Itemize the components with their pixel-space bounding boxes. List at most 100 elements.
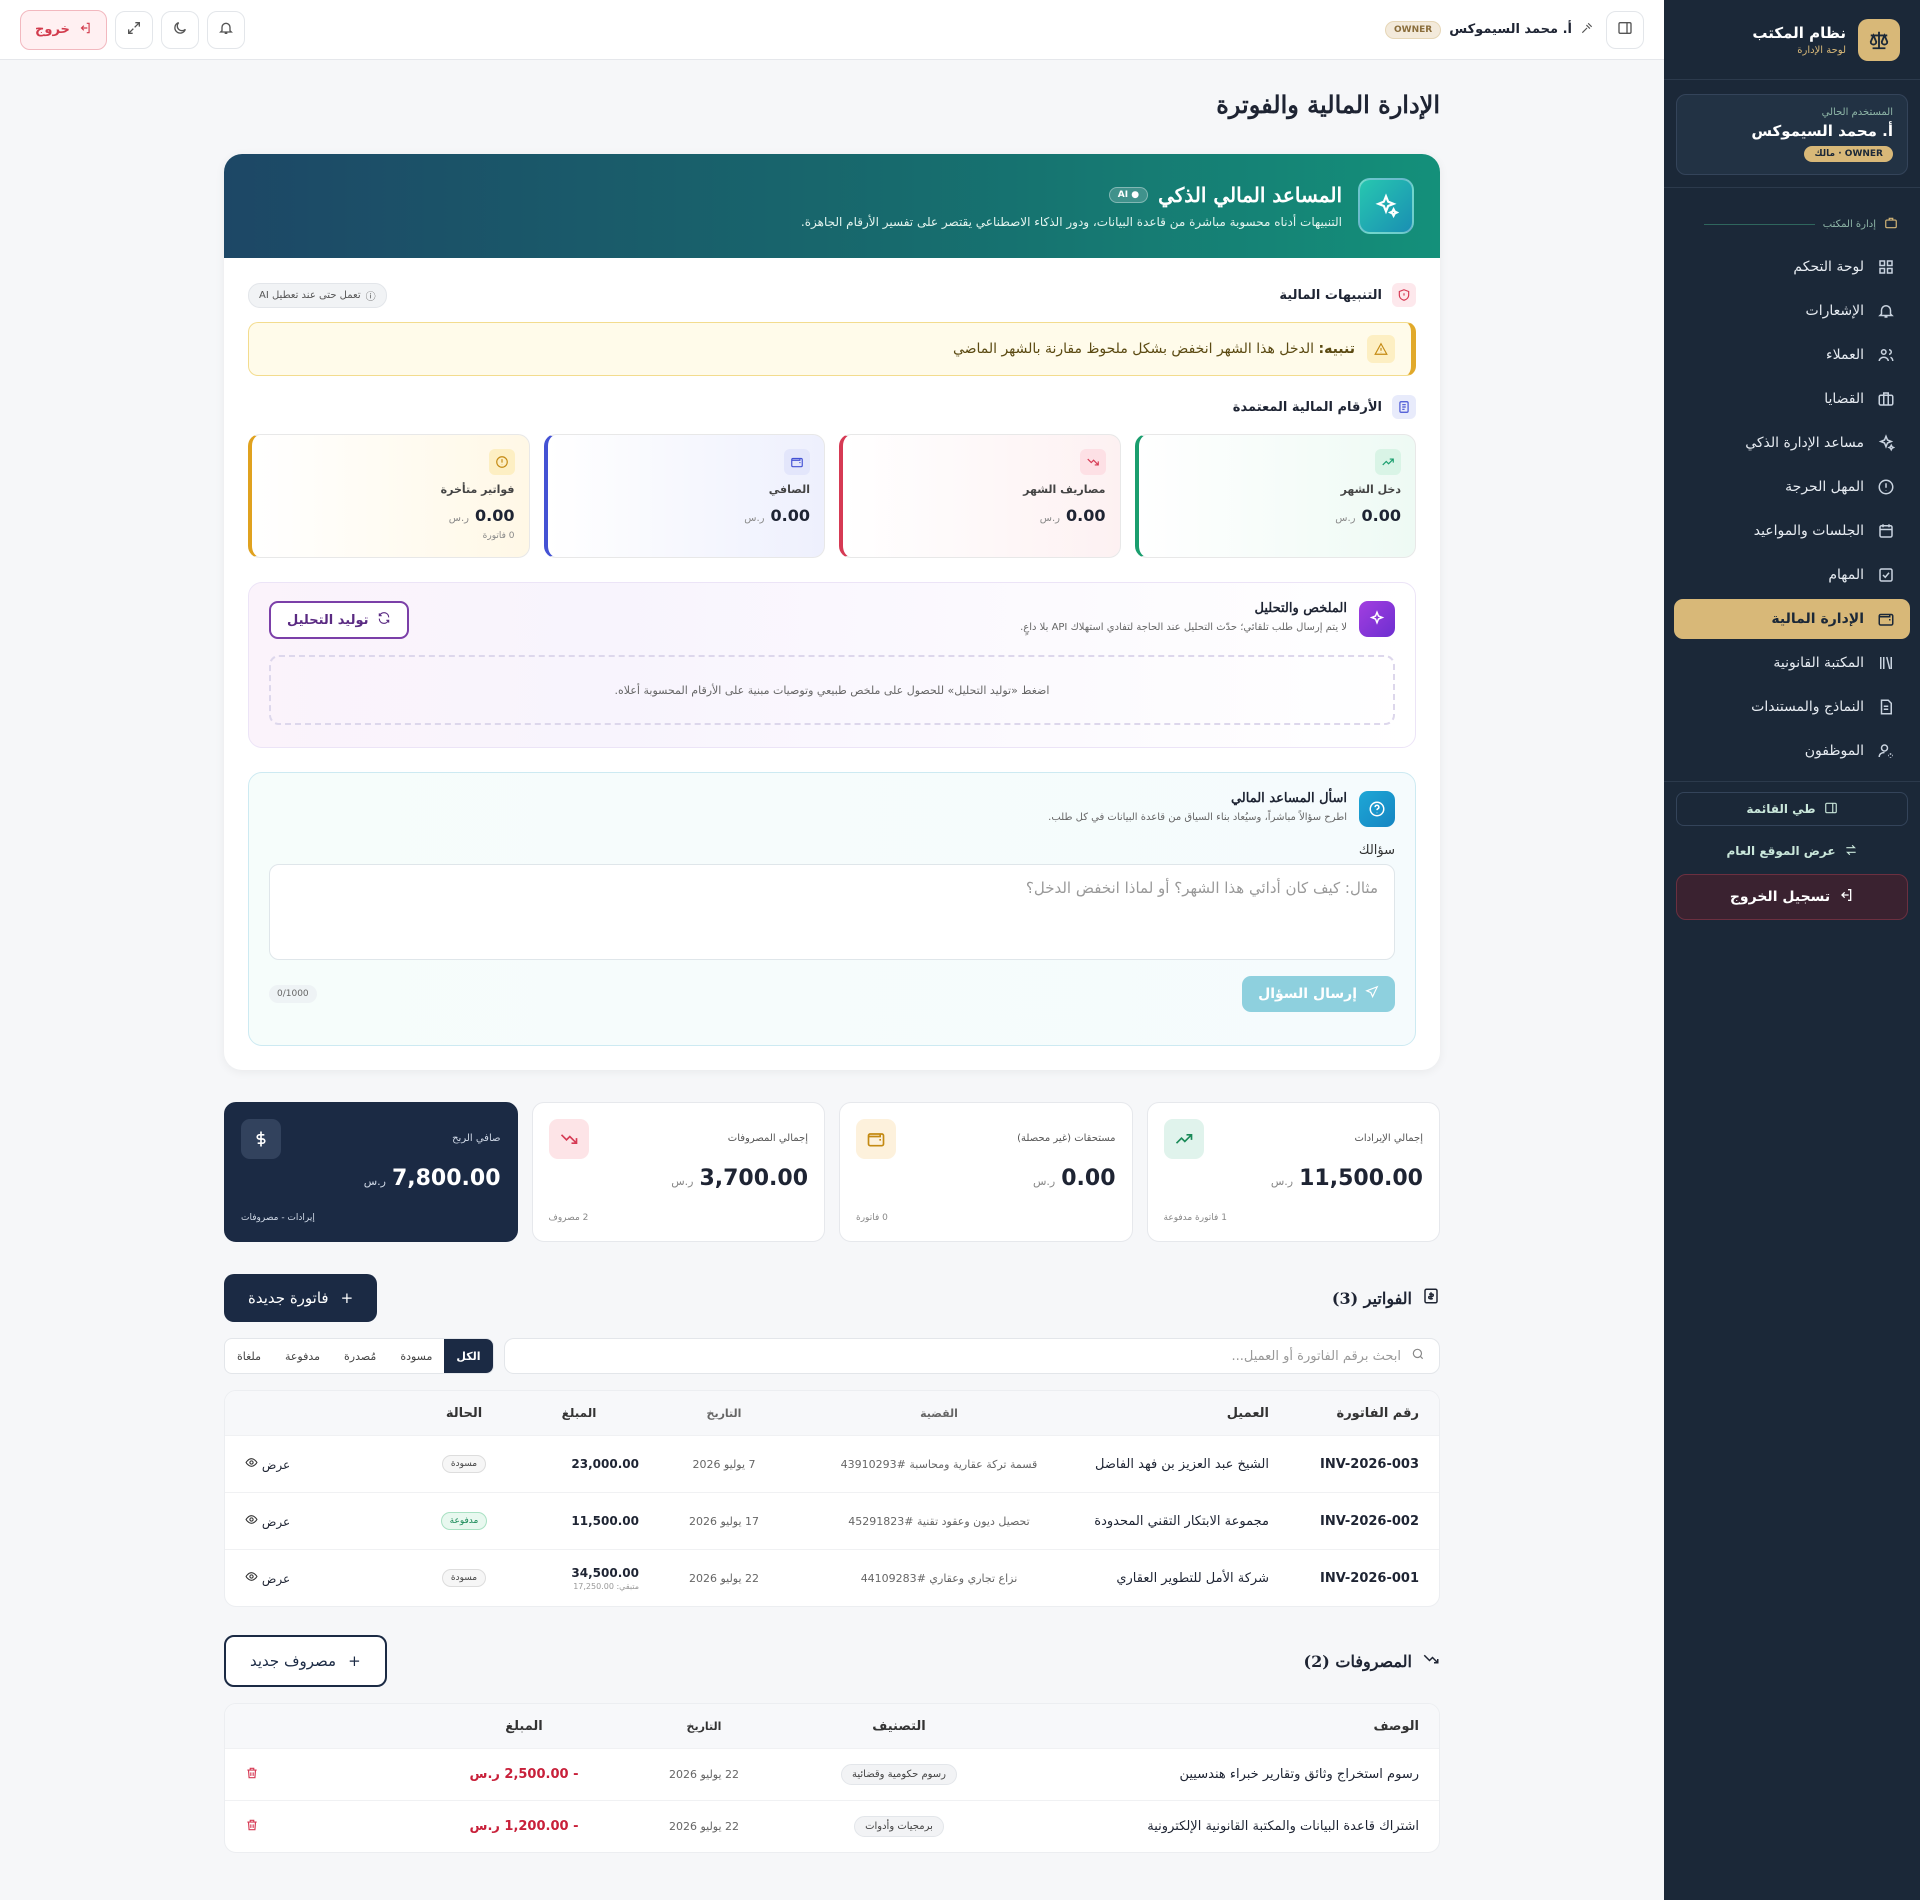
alerts-header: التنبيهات المالية ⓘ تعمل حتى عند تعطيل A…	[248, 282, 1416, 308]
sidebar-item-label: لوحة التحكم	[1793, 259, 1864, 275]
notifications-button[interactable]	[206, 10, 245, 49]
stat-card: إجمالي المصروفات 3,700.00 ر.س 2 مصروف	[531, 1102, 825, 1242]
sidebar-item[interactable]: النماذج والمستندات	[1674, 687, 1910, 727]
alerts-chip: ⓘ تعمل حتى عند تعطيل AI	[248, 282, 387, 308]
kpi-cards: دخل الشهر 0.00 ر.س مصاريف الشهر 0.00 ر.س الصاف…	[248, 434, 1416, 558]
sidebar-item[interactable]: مساعد الإدارة الذكي	[1674, 423, 1910, 463]
view-invoice-button[interactable]: عرض	[245, 1456, 409, 1472]
kpi-card: دخل الشهر 0.00 ر.س	[1134, 434, 1416, 558]
kpi-card: الصافي 0.00 ر.س	[543, 434, 825, 558]
main-content: الإدارة المالية والفوترة المساعد المالي …	[224, 60, 1440, 1853]
new-expense-button[interactable]: + مصروف جديد	[224, 1635, 387, 1687]
invoice-amount-cell: 11,500.00	[519, 1514, 639, 1528]
delete-expense-button[interactable]	[245, 1818, 449, 1836]
stat-card: إجمالي الإيرادات 11,500.00 ر.س 1 فاتورة مدف…	[1146, 1102, 1440, 1242]
question-textarea[interactable]: مثال: كيف كان أدائي هذا الشهر؟ أو لماذا …	[269, 864, 1395, 960]
column-header: الحالة	[445, 1405, 483, 1421]
sidebar-item[interactable]: لوحة التحكم	[1674, 247, 1910, 287]
gavel-icon	[1580, 21, 1594, 39]
expense-description: اشتراك قاعدة البيانات والمكتبة القانونية…	[1147, 1819, 1419, 1834]
invoice-remaining: متبقي: 17,250.00	[573, 1581, 639, 1591]
column-header: التاريخ	[686, 1719, 722, 1733]
plus-icon: +	[348, 1652, 361, 1670]
send-question-button[interactable]: إرسال السؤال	[1242, 976, 1395, 1012]
delete-expense-button[interactable]	[245, 1766, 449, 1784]
kpi-label: دخل الشهر	[1340, 483, 1401, 496]
sidebar-item[interactable]: المهام	[1674, 555, 1910, 595]
trending-up-icon	[1163, 1119, 1204, 1159]
user-cog-icon	[1876, 741, 1896, 761]
sidebar-item-label: الموظفون	[1804, 743, 1864, 759]
sidebar-item[interactable]: الإشعارات	[1674, 291, 1910, 331]
eye-icon	[245, 1572, 258, 1586]
column-header: رقم الفاتورة	[1336, 1405, 1419, 1421]
sidebar-item-label: المكتبة القانونية	[1773, 655, 1864, 671]
sidebar-item[interactable]: المهل الحرجة	[1674, 467, 1910, 507]
stat-value: 0.00	[1061, 1166, 1116, 1191]
invoice-tab[interactable]: مسودة	[388, 1339, 444, 1373]
users-icon	[1876, 345, 1896, 365]
stat-currency: ر.س	[671, 1175, 694, 1188]
file-text-icon	[1876, 697, 1896, 717]
sidebar-item[interactable]: الموظفون	[1674, 731, 1910, 771]
collapse-sidebar-button[interactable]: طي القائمة	[1676, 792, 1908, 826]
sidebar-nav: لوحة التحكم الإشعارات العملاء القضايا مساعد …	[1664, 247, 1920, 771]
kpi-footnote: 0 فاتورة	[482, 531, 515, 541]
fullscreen-button[interactable]	[114, 10, 153, 49]
column-header: العميل	[1226, 1405, 1269, 1421]
stat-currency: ر.س	[1270, 1175, 1294, 1188]
current-user-caption: المستخدم الحالي	[1821, 107, 1893, 118]
sidebar-item[interactable]: الجلسات والمواعيد	[1674, 511, 1910, 551]
figures-title: الأرقام المالية المعتمدة	[1232, 399, 1382, 415]
invoice-filters: ابحث برقم الفاتورة أو العميل... الكل مسود…	[224, 1338, 1440, 1374]
public-site-button[interactable]: عرض الموقع العام	[1676, 834, 1908, 868]
bell-icon	[218, 20, 234, 40]
view-invoice-button[interactable]: عرض	[245, 1513, 409, 1529]
invoice-status-cell: مسودة	[409, 1455, 519, 1473]
dollar-icon	[241, 1119, 281, 1159]
view-label: عرض	[261, 1572, 291, 1586]
send-icon	[1365, 985, 1379, 1003]
invoices-title: الفواتير (3)	[1331, 1288, 1412, 1308]
invoice-client: شركة الأمل للتطوير العقاري	[1116, 1570, 1269, 1586]
column-header: التاريخ	[706, 1406, 742, 1420]
kpi-currency: ر.س	[1335, 513, 1356, 524]
kpi-label: فواتير متأخرة	[440, 483, 515, 496]
ai-subtitle: التنبيهات أدناه محسوبة مباشرة من قاعدة ا…	[800, 215, 1342, 229]
expenses-title-wrap: المصروفات (2)	[1304, 1650, 1440, 1672]
sidebar-item[interactable]: المكتبة القانونية	[1674, 643, 1910, 683]
status-badge: مسودة	[441, 1569, 487, 1587]
invoice-client: الشيخ عبد العزيز بن فهد الفاضل	[1095, 1456, 1269, 1472]
scales-icon	[1858, 18, 1900, 61]
eye-icon	[245, 1515, 258, 1529]
invoice-amount: 11,500.00	[571, 1514, 639, 1528]
trending-up-icon	[1375, 449, 1401, 475]
invoice-tab[interactable]: الكل	[444, 1339, 493, 1373]
invoice-search-input[interactable]: ابحث برقم الفاتورة أو العميل...	[503, 1338, 1440, 1374]
theme-toggle-button[interactable]	[160, 10, 199, 49]
kpi-value-row: 0.00 ر.س	[857, 506, 1106, 525]
logout-button[interactable]: تسجيل الخروج	[1676, 874, 1908, 920]
toggle-sidebar-button[interactable]	[1606, 10, 1644, 49]
invoice-status-cell: مدفوعة	[409, 1512, 519, 1530]
income-drop-alert: تنبيه: الدخل هذا الشهر انخفض بشكل ملحوظ …	[248, 322, 1416, 376]
sidebar-divider	[1664, 781, 1920, 782]
invoice-tab[interactable]: مدفوعة	[273, 1339, 332, 1373]
sidebar-item[interactable]: العملاء	[1674, 335, 1910, 375]
exit-button[interactable]: خروج	[20, 9, 107, 50]
invoice-tab[interactable]: مُصدرة	[332, 1339, 388, 1373]
invoice-date: 22 يوليو 2026	[688, 1571, 760, 1585]
new-invoice-button[interactable]: + فاتورة جديدة	[224, 1274, 378, 1322]
sidebar-item[interactable]: القضايا	[1674, 379, 1910, 419]
generate-analysis-button[interactable]: توليد التحليل	[269, 601, 409, 639]
sidebar-item[interactable]: الإدارة المالية	[1674, 599, 1910, 639]
view-invoice-button[interactable]: عرض	[245, 1570, 409, 1586]
briefcase-icon	[1876, 389, 1896, 409]
kpi-currency: ر.س	[744, 513, 765, 524]
invoice-tab[interactable]: ملغاة	[225, 1339, 273, 1373]
alerts-title: التنبيهات المالية	[1279, 287, 1382, 303]
warning-icon	[1367, 335, 1395, 363]
invoice-amount-cell: 23,000.00	[519, 1457, 639, 1471]
kpi-card: فواتير متأخرة 0.00 ر.س 0 فاتورة	[248, 434, 530, 558]
view-label: عرض	[261, 1515, 291, 1529]
